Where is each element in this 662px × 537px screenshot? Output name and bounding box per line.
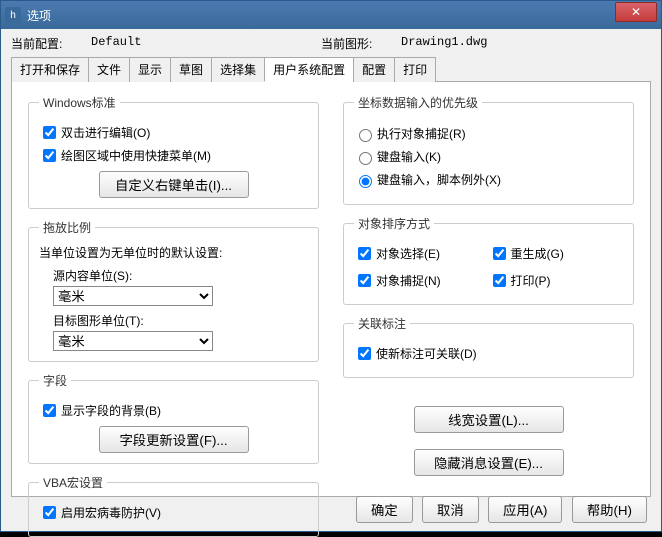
- checkbox-vba[interactable]: [43, 506, 56, 519]
- chk-context-menu[interactable]: 绘图区域中使用快捷菜单(M): [39, 146, 308, 165]
- group-windows-standard: Windows标准 双击进行编辑(O) 绘图区域中使用快捷菜单(M) 自定义右键…: [28, 94, 319, 209]
- select-dst-unit[interactable]: 毫米: [53, 331, 213, 351]
- radio-keyboard[interactable]: [359, 152, 372, 165]
- group-vba: VBA宏设置 启用宏病毒防护(V): [28, 474, 319, 537]
- chk-sort-select[interactable]: 对象选择(E): [354, 244, 489, 263]
- rad-osnap[interactable]: 执行对象捕捉(R): [354, 125, 623, 142]
- tab-profiles[interactable]: 配置: [353, 57, 395, 82]
- legend-scale: 拖放比例: [39, 219, 95, 236]
- legend-field: 字段: [39, 372, 71, 389]
- tab-panel: Windows标准 双击进行编辑(O) 绘图区域中使用快捷菜单(M) 自定义右键…: [11, 82, 651, 497]
- group-field: 字段 显示字段的背景(B) 字段更新设置(F)...: [28, 372, 319, 464]
- legend-sort: 对象排序方式: [354, 215, 434, 232]
- src-unit-label: 源内容单位(S):: [53, 267, 308, 284]
- chk-sort-plot[interactable]: 打印(P): [489, 271, 624, 290]
- chk-sort-snap[interactable]: 对象捕捉(N): [354, 271, 489, 290]
- chk-assoc-dim[interactable]: 使新标注可关联(D): [354, 344, 623, 363]
- radio-osnap[interactable]: [359, 129, 372, 142]
- chk-vba-protect[interactable]: 启用宏病毒防护(V): [39, 503, 308, 522]
- tab-draft[interactable]: 草图: [170, 57, 212, 82]
- group-sort: 对象排序方式 对象选择(E) 重生成(G) 对象捕捉(N) 打印(P): [343, 215, 634, 305]
- group-assoc-dim: 关联标注 使新标注可关联(D): [343, 315, 634, 378]
- radio-keyboard-except[interactable]: [359, 175, 372, 188]
- cur-profile-value: Default: [91, 35, 321, 52]
- app-icon: h: [5, 7, 21, 23]
- tab-file[interactable]: 文件: [88, 57, 130, 82]
- cur-drawing-value: Drawing1.dwg: [401, 35, 631, 52]
- tabs: 打开和保存 文件 显示 草图 选择集 用户系统配置 配置 打印: [11, 56, 651, 82]
- rad-keyboard-except[interactable]: 键盘输入，脚本例外(X): [354, 171, 623, 188]
- btn-cancel[interactable]: 取消: [422, 496, 479, 523]
- btn-hidden-msg[interactable]: 隐藏消息设置(E)...: [414, 449, 564, 476]
- checkbox-contextmenu[interactable]: [43, 149, 56, 162]
- chk-dblclick-edit[interactable]: 双击进行编辑(O): [39, 123, 308, 142]
- checkbox-sort-regen[interactable]: [493, 247, 506, 260]
- chk-field-bg[interactable]: 显示字段的背景(B): [39, 401, 308, 420]
- chk-sort-regen[interactable]: 重生成(G): [489, 244, 624, 263]
- window-title: 选项: [27, 7, 615, 24]
- legend-coord: 坐标数据输入的优先级: [354, 94, 482, 111]
- cur-drawing-label: 当前图形:: [321, 35, 401, 52]
- scale-desc: 当单位设置为无单位时的默认设置:: [39, 244, 308, 261]
- checkbox-assoc[interactable]: [358, 347, 371, 360]
- btn-apply[interactable]: 应用(A): [488, 496, 562, 523]
- checkbox-sort-select[interactable]: [358, 247, 371, 260]
- tab-user-preferences[interactable]: 用户系统配置: [264, 57, 354, 82]
- titlebar: h 选项 ✕: [1, 1, 661, 29]
- select-src-unit[interactable]: 毫米: [53, 286, 213, 306]
- cur-profile-label: 当前配置:: [11, 35, 91, 52]
- tab-open-save[interactable]: 打开和保存: [11, 57, 89, 82]
- btn-help[interactable]: 帮助(H): [572, 496, 647, 523]
- options-window: h 选项 ✕ 当前配置: Default 当前图形: Drawing1.dwg …: [0, 0, 662, 532]
- group-scale: 拖放比例 当单位设置为无单位时的默认设置: 源内容单位(S): 毫米 目标图形单…: [28, 219, 319, 362]
- tab-plot[interactable]: 打印: [394, 57, 436, 82]
- content-area: 当前配置: Default 当前图形: Drawing1.dwg 打开和保存 文…: [1, 29, 661, 497]
- legend-assoc: 关联标注: [354, 315, 410, 332]
- close-button[interactable]: ✕: [615, 2, 657, 22]
- btn-lineweight[interactable]: 线宽设置(L)...: [414, 406, 564, 433]
- footer: 确定 取消 应用(A) 帮助(H): [350, 496, 647, 523]
- rad-keyboard[interactable]: 键盘输入(K): [354, 148, 623, 165]
- btn-customize-rightclick[interactable]: 自定义右键单击(I)...: [99, 171, 249, 198]
- group-coord-priority: 坐标数据输入的优先级 执行对象捕捉(R) 键盘输入(K) 键盘输入，脚本例外(X…: [343, 94, 634, 205]
- btn-field-update[interactable]: 字段更新设置(F)...: [99, 426, 249, 453]
- checkbox-field-bg[interactable]: [43, 404, 56, 417]
- btn-ok[interactable]: 确定: [356, 496, 413, 523]
- right-column: 坐标数据输入的优先级 执行对象捕捉(R) 键盘输入(K) 键盘输入，脚本例外(X…: [343, 94, 634, 484]
- dst-unit-label: 目标图形单位(T):: [53, 312, 308, 329]
- checkbox-sort-plot[interactable]: [493, 274, 506, 287]
- tab-selection[interactable]: 选择集: [211, 57, 265, 82]
- sort-grid: 对象选择(E) 重生成(G) 对象捕捉(N) 打印(P): [354, 240, 623, 294]
- tab-display[interactable]: 显示: [129, 57, 171, 82]
- checkbox-sort-snap[interactable]: [358, 274, 371, 287]
- checkbox-dblclick[interactable]: [43, 126, 56, 139]
- legend-vba: VBA宏设置: [39, 474, 107, 491]
- left-column: Windows标准 双击进行编辑(O) 绘图区域中使用快捷菜单(M) 自定义右键…: [28, 94, 319, 484]
- header-row: 当前配置: Default 当前图形: Drawing1.dwg: [11, 35, 651, 52]
- close-icon: ✕: [631, 5, 641, 19]
- legend-win-std: Windows标准: [39, 94, 120, 111]
